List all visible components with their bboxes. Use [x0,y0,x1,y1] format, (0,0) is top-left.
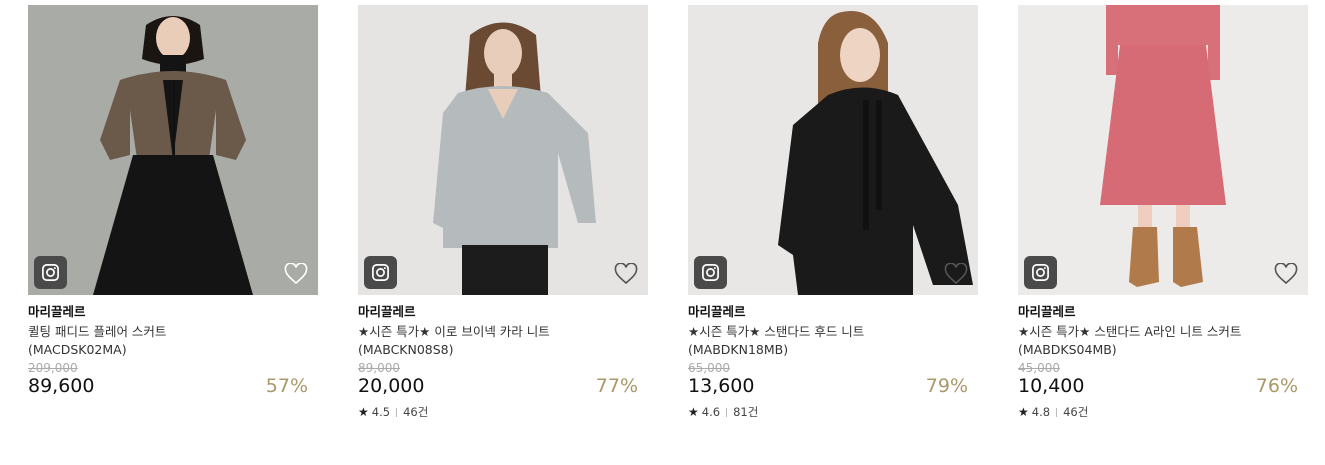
instagram-button[interactable] [34,256,67,289]
product-photo [688,5,978,295]
product-image[interactable] [358,5,648,295]
review-count[interactable]: 46건 [403,404,428,420]
brand-name: 마리끌레르 [28,304,86,319]
wishlist-button[interactable] [1274,262,1298,285]
rating-score: 4.5 [371,405,391,419]
instagram-button[interactable] [364,256,397,289]
original-price: 65,000 [688,361,730,375]
instagram-button[interactable] [694,256,727,289]
wishlist-button[interactable] [284,262,308,285]
product-grid: 마리끌레르 퀼팅 패디드 플레어 스커트 (MACDSK02MA) 209,00… [0,0,1325,465]
heart-icon [1274,262,1298,285]
price-row: 89,000 20,000 77% [358,361,648,397]
star-icon: ★ [688,405,699,419]
product-image[interactable] [28,5,318,295]
instagram-icon [372,264,389,281]
rating-row: ★ 4.5 46건 [358,405,648,419]
review-count[interactable]: 81건 [733,404,758,420]
discount-rate: 57% [265,375,308,397]
divider [1056,407,1058,417]
brand-name: 마리끌레르 [1018,304,1076,319]
instagram-icon [42,264,59,281]
instagram-icon [702,264,719,281]
star-icon: ★ [358,405,369,419]
price-row: 45,000 10,400 76% [1018,361,1308,397]
brand-name: 마리끌레르 [688,304,746,319]
discount-rate: 77% [595,375,638,397]
product-name[interactable]: ★시즌 특가★ 스탠다드 A라인 니트 스커트 (MABDKS04MB) [1018,323,1248,359]
rating-score: 4.6 [701,405,721,419]
discount-rate: 79% [925,375,968,397]
product-card[interactable]: 마리끌레르 ★시즌 특가★ 스탠다드 후드 니트 (MABDKN18MB) 65… [688,5,978,419]
brand-name: 마리끌레르 [358,304,416,319]
instagram-button[interactable] [1024,256,1057,289]
divider [396,407,398,417]
review-count[interactable]: 46건 [1063,404,1088,420]
product-card[interactable]: 마리끌레르 퀼팅 패디드 플레어 스커트 (MACDSK02MA) 209,00… [28,5,318,397]
product-card[interactable]: 마리끌레르 ★시즌 특가★ 스탠다드 A라인 니트 스커트 (MABDKS04M… [1018,5,1308,419]
heart-icon [614,262,638,285]
wishlist-button[interactable] [944,262,968,285]
original-price: 89,000 [358,361,400,375]
product-photo [358,5,648,295]
product-name[interactable]: ★시즌 특가★ 스탠다드 후드 니트 (MABDKN18MB) [688,323,918,359]
original-price: 45,000 [1018,361,1060,375]
discount-rate: 76% [1255,375,1298,397]
heart-icon [944,262,968,285]
rating-row: ★ 4.6 81건 [688,405,978,419]
product-name[interactable]: 퀼팅 패디드 플레어 스커트 (MACDSK02MA) [28,323,258,359]
price-row: 209,000 89,600 57% [28,361,318,397]
product-image[interactable] [1018,5,1308,295]
product-name[interactable]: ★시즌 특가★ 이로 브이넥 카라 니트 (MABCKN08S8) [358,323,588,359]
star-icon: ★ [1018,405,1029,419]
rating-score: 4.8 [1031,405,1051,419]
wishlist-button[interactable] [614,262,638,285]
product-photo [28,5,318,295]
instagram-icon [1032,264,1049,281]
product-image[interactable] [688,5,978,295]
product-photo [1018,5,1308,295]
price-row: 65,000 13,600 79% [688,361,978,397]
product-card[interactable]: 마리끌레르 ★시즌 특가★ 이로 브이넥 카라 니트 (MABCKN08S8) … [358,5,648,419]
original-price: 209,000 [28,361,78,375]
heart-icon [284,262,308,285]
rating-row: ★ 4.8 46건 [1018,405,1308,419]
divider [726,407,728,417]
